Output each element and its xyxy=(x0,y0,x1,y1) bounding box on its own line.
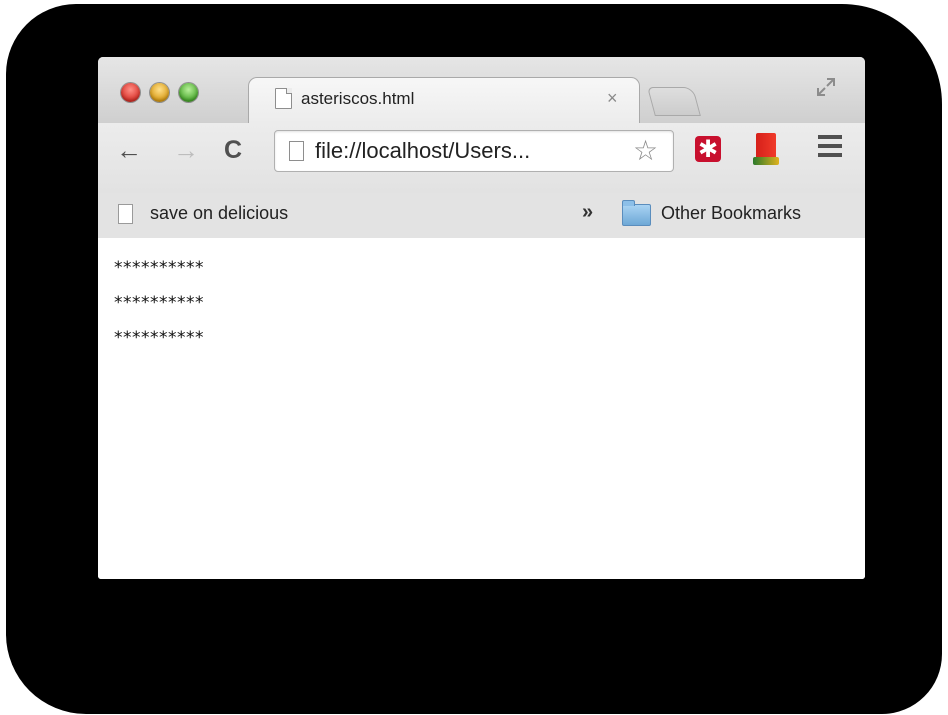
menu-bar-top xyxy=(818,135,842,139)
hamburger-menu-icon[interactable] xyxy=(818,135,842,157)
toolbar: ← → C file://localhost/Users... ☆ ✱ xyxy=(98,123,865,193)
document-icon xyxy=(275,88,292,109)
document-icon xyxy=(118,204,133,224)
browser-window: asteriscos.html × ← → C file://localhost… xyxy=(98,57,865,579)
menu-bar-middle xyxy=(818,144,842,148)
fullscreen-icon[interactable] xyxy=(816,77,836,97)
tab-strip: asteriscos.html × xyxy=(98,57,865,124)
folder-icon[interactable] xyxy=(622,200,651,226)
new-tab-button[interactable] xyxy=(647,87,701,116)
zoom-window-button[interactable] xyxy=(179,83,198,102)
close-icon[interactable]: × xyxy=(607,88,618,109)
other-bookmarks[interactable]: Other Bookmarks xyxy=(661,203,801,224)
tab-title: asteriscos.html xyxy=(301,89,415,108)
bookmarks-overflow-button[interactable]: » xyxy=(582,201,593,224)
minimize-window-button[interactable] xyxy=(150,83,169,102)
address-bar[interactable]: file://localhost/Users... ☆ xyxy=(274,130,674,172)
book-icon[interactable] xyxy=(753,133,779,165)
asterisk-line: ********** xyxy=(114,258,204,278)
back-button[interactable]: ← xyxy=(116,137,142,163)
star-icon[interactable]: ☆ xyxy=(633,134,658,167)
asterisk-line: ********** xyxy=(114,328,204,348)
asterisk-line: ********** xyxy=(114,293,204,313)
url-text[interactable]: file://localhost/Users... xyxy=(315,138,530,164)
menu-bar-bottom xyxy=(818,153,842,157)
book-pages xyxy=(753,157,779,165)
close-window-button[interactable] xyxy=(121,83,140,102)
lastpass-icon[interactable]: ✱ xyxy=(695,136,721,163)
tab-asteriscos[interactable]: asteriscos.html × xyxy=(248,77,640,124)
document-icon xyxy=(289,141,304,161)
forward-button[interactable]: → xyxy=(173,137,199,163)
page-content: ********** ********** ********** xyxy=(98,238,865,579)
bookmark-save-on-delicious[interactable]: save on delicious xyxy=(150,203,288,224)
bookmarks-bar: save on delicious » Other Bookmarks xyxy=(98,193,865,239)
reload-button[interactable]: C xyxy=(224,137,242,163)
